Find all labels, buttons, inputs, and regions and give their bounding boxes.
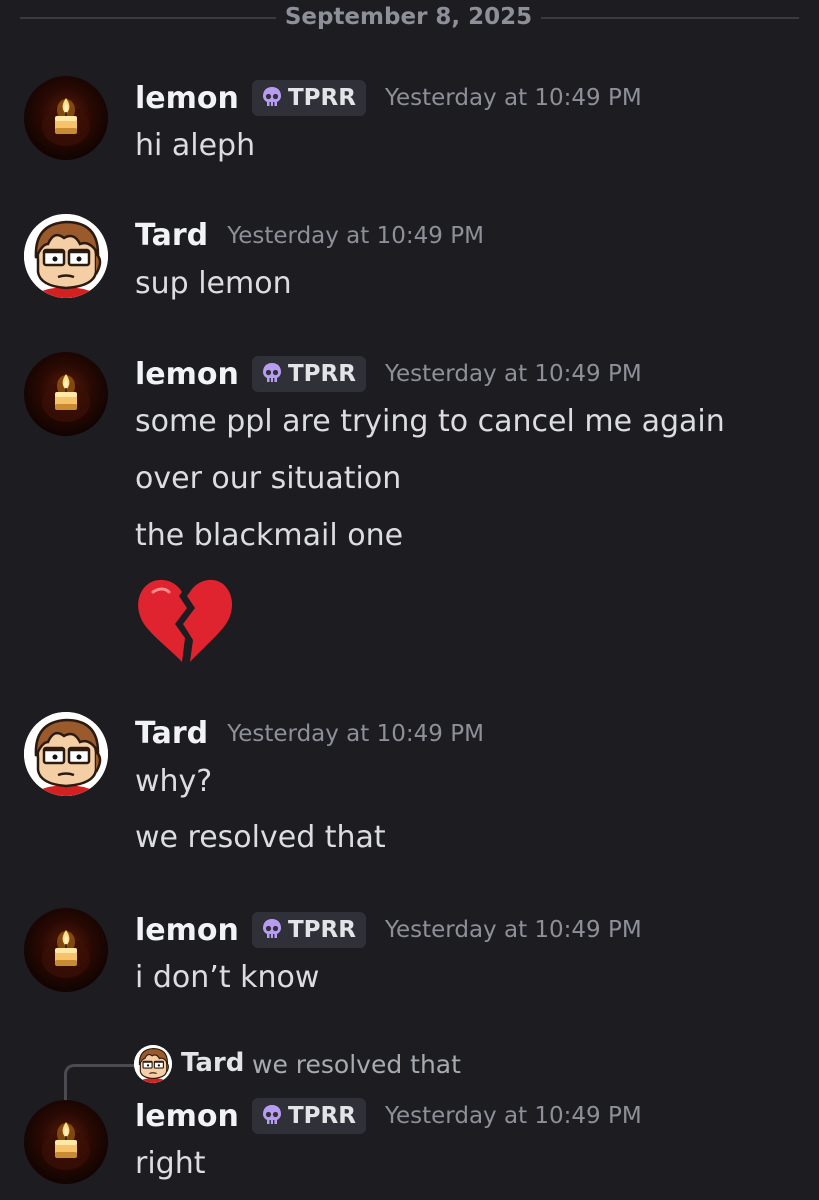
message-header: lemon TPRR Yesterday at 10:49 PM bbox=[135, 912, 642, 952]
divider-line bbox=[541, 17, 799, 19]
server-tag-label: TPRR bbox=[287, 1103, 356, 1129]
skull-icon bbox=[260, 85, 284, 109]
message[interactable]: Tard Yesterday at 10:49 PM why? we resol… bbox=[0, 712, 819, 862]
username[interactable]: Tard bbox=[135, 716, 208, 751]
server-tag-label: TPRR bbox=[287, 361, 356, 387]
chat-view: September 8, 2025 lemon TPRR Yesterday a… bbox=[0, 0, 819, 1200]
skull-icon bbox=[260, 1103, 284, 1127]
message-text: why? bbox=[135, 764, 213, 799]
candle-avatar-icon[interactable] bbox=[24, 76, 108, 160]
message-text: right bbox=[135, 1146, 206, 1181]
message-text: hi aleph bbox=[135, 128, 256, 163]
username[interactable]: lemon bbox=[135, 913, 239, 948]
message[interactable]: lemon TPRR Yesterday at 10:49 PM some pp… bbox=[0, 352, 819, 672]
candle-avatar-icon[interactable] bbox=[24, 352, 108, 436]
timestamp[interactable]: Yesterday at 10:49 PM bbox=[385, 1103, 642, 1129]
candle-avatar-icon[interactable] bbox=[24, 908, 108, 992]
reply-username[interactable]: Tard bbox=[181, 1048, 244, 1078]
server-tag[interactable]: TPRR bbox=[251, 912, 366, 948]
username[interactable]: Tard bbox=[135, 218, 208, 253]
message-text: sup lemon bbox=[135, 266, 292, 301]
message-text: i don’t know bbox=[135, 960, 320, 995]
message-text: over our situation bbox=[135, 461, 402, 496]
skull-icon bbox=[260, 917, 284, 941]
broken-heart-icon bbox=[138, 579, 232, 662]
message-text: some ppl are trying to cancel me again bbox=[135, 404, 725, 439]
message[interactable]: lemon TPRR Yesterday at 10:49 PM i don’t… bbox=[0, 908, 819, 998]
message-text: we resolved that bbox=[135, 820, 386, 855]
reply-text[interactable]: we resolved that bbox=[252, 1050, 461, 1079]
candle-avatar-icon[interactable] bbox=[24, 1100, 108, 1184]
message-header: Tard Yesterday at 10:49 PM bbox=[135, 716, 484, 756]
username[interactable]: lemon bbox=[135, 1099, 239, 1134]
message-header: lemon TPRR Yesterday at 10:49 PM bbox=[135, 80, 642, 120]
message-header: lemon TPRR Yesterday at 10:49 PM bbox=[135, 1098, 642, 1138]
reply-reference[interactable]: Tard we resolved that bbox=[0, 1040, 819, 1107]
server-tag[interactable]: TPRR bbox=[251, 356, 366, 392]
timestamp[interactable]: Yesterday at 10:49 PM bbox=[227, 223, 484, 249]
server-tag[interactable]: TPRR bbox=[251, 80, 366, 116]
message-header: Tard Yesterday at 10:49 PM bbox=[135, 218, 484, 258]
cartoon-boy-avatar-icon[interactable] bbox=[24, 214, 108, 298]
timestamp[interactable]: Yesterday at 10:49 PM bbox=[385, 85, 642, 111]
skull-icon bbox=[260, 361, 284, 385]
username[interactable]: lemon bbox=[135, 81, 239, 116]
divider-line bbox=[20, 17, 276, 19]
timestamp[interactable]: Yesterday at 10:49 PM bbox=[385, 917, 642, 943]
server-tag-label: TPRR bbox=[287, 917, 356, 943]
message-text: the blackmail one bbox=[135, 518, 404, 553]
cartoon-boy-avatar-icon[interactable] bbox=[24, 712, 108, 796]
message[interactable]: lemon TPRR Yesterday at 10:49 PM right bbox=[0, 1092, 819, 1192]
timestamp[interactable]: Yesterday at 10:49 PM bbox=[227, 721, 484, 747]
timestamp[interactable]: Yesterday at 10:49 PM bbox=[385, 361, 642, 387]
message-header: lemon TPRR Yesterday at 10:49 PM bbox=[135, 356, 642, 396]
username[interactable]: lemon bbox=[135, 357, 239, 392]
server-tag-label: TPRR bbox=[287, 85, 356, 111]
date-divider: September 8, 2025 bbox=[0, 0, 819, 36]
divider-date: September 8, 2025 bbox=[284, 4, 533, 30]
cartoon-boy-avatar-icon[interactable] bbox=[134, 1045, 172, 1083]
message[interactable]: Tard Yesterday at 10:49 PM sup lemon bbox=[0, 214, 819, 304]
server-tag[interactable]: TPRR bbox=[251, 1098, 366, 1134]
message[interactable]: lemon TPRR Yesterday at 10:49 PM hi alep… bbox=[0, 76, 819, 166]
